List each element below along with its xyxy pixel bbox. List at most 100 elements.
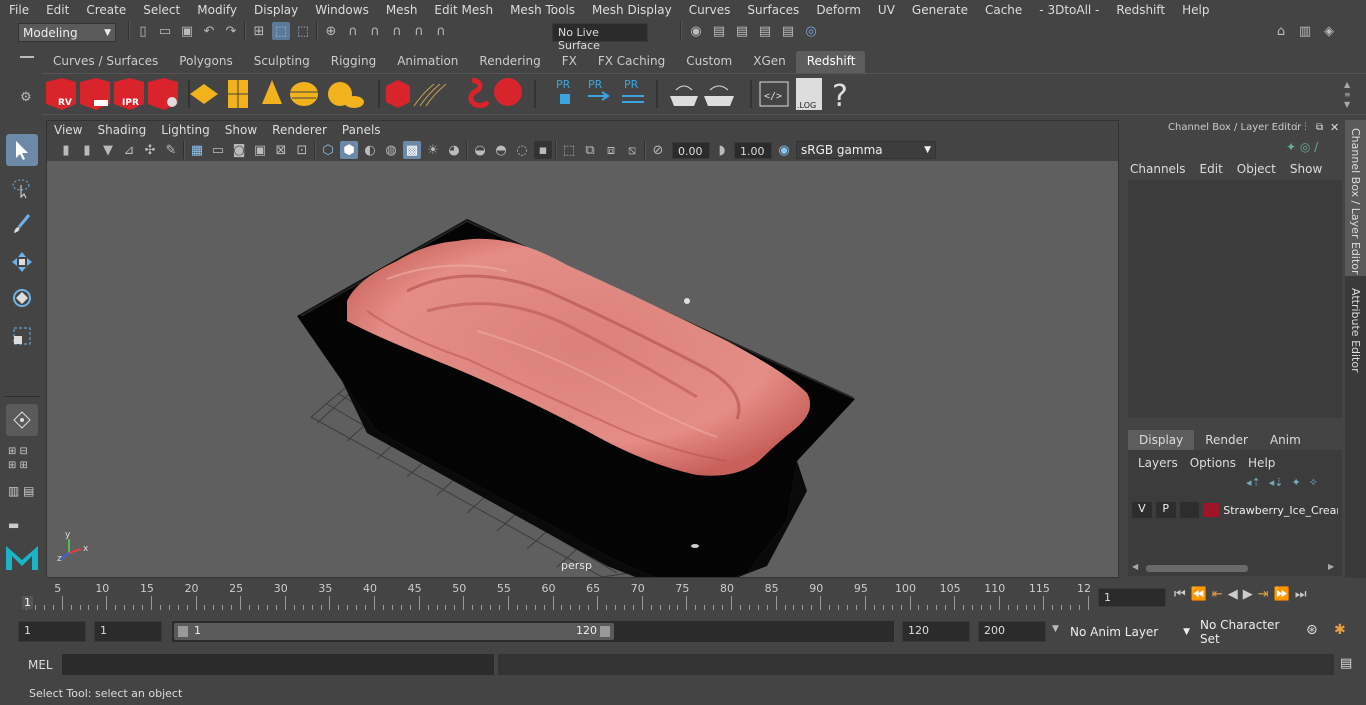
shadows-icon[interactable]: ◕ bbox=[445, 141, 463, 159]
script-editor-icon[interactable]: ▤ bbox=[1340, 656, 1352, 671]
redo-icon[interactable]: ↷ bbox=[222, 22, 240, 40]
playback-start-field[interactable]: 1 bbox=[94, 621, 162, 642]
xray-components-icon[interactable]: ⧅ bbox=[623, 141, 641, 159]
redshift-rv-icon[interactable]: RV bbox=[46, 78, 76, 110]
step-back-key-icon[interactable]: ⏪ bbox=[1191, 587, 1207, 602]
shelf-tab[interactable]: XGen bbox=[742, 51, 796, 73]
resolution-gate-icon[interactable]: ◙ bbox=[230, 141, 248, 159]
soft-select-icon[interactable] bbox=[6, 404, 38, 436]
viewport-menu-item[interactable]: Lighting bbox=[154, 123, 218, 137]
layer-name[interactable]: Strawberry_Ice_Cream_ bbox=[1223, 504, 1338, 517]
wireframe-icon[interactable]: ⬡ bbox=[319, 141, 337, 159]
sidebar-toggle-icon[interactable]: ▥ bbox=[1296, 22, 1314, 40]
select-object-icon[interactable]: ⬚ bbox=[272, 22, 290, 40]
select-component-icon[interactable]: ⬚ bbox=[294, 22, 312, 40]
play-backward-icon[interactable]: ◀ bbox=[1228, 587, 1238, 602]
workspace-icon[interactable]: ⌂ bbox=[1272, 22, 1290, 40]
rotate-tool-icon[interactable] bbox=[6, 282, 38, 314]
menu-item[interactable]: Mesh Tools bbox=[501, 3, 583, 17]
layer-color-swatch[interactable] bbox=[1203, 503, 1220, 517]
render-settings-icon[interactable]: ▤ bbox=[756, 22, 774, 40]
menu-item[interactable]: Display bbox=[245, 3, 306, 17]
go-to-start-icon[interactable]: ⏮ bbox=[1174, 587, 1186, 602]
channel-box-menu-item[interactable]: Object bbox=[1237, 162, 1276, 176]
layer-row[interactable]: V P Strawberry_Ice_Cream_ bbox=[1132, 500, 1338, 520]
layout-outliner-icon[interactable]: ▬ bbox=[8, 518, 19, 532]
time-slider[interactable]: 5 10 15 20 25 30 35 40 45 50 55 60 65 70 75 80 85 90 95 100… bbox=[18, 582, 1092, 610]
redshift-volume-icon[interactable] bbox=[468, 77, 490, 109]
layer-editor-menu-item[interactable]: Help bbox=[1248, 456, 1275, 470]
start-time-field[interactable]: 1 bbox=[18, 621, 86, 642]
lasso-tool-icon[interactable] bbox=[6, 172, 38, 204]
attribute-editor-side-tab[interactable]: Attribute Editor bbox=[1345, 280, 1366, 390]
field-chart-icon[interactable]: ⊠ bbox=[272, 141, 290, 159]
step-forward-key-icon[interactable]: ⏩ bbox=[1274, 587, 1290, 602]
exposure-icon[interactable]: ⊘ bbox=[649, 141, 667, 159]
menu-item[interactable]: Surfaces bbox=[738, 3, 807, 17]
channel-key-icons[interactable]: ✦ ◎ ∕ bbox=[1286, 140, 1318, 154]
help-icon[interactable]: ? bbox=[832, 79, 848, 114]
menu-item[interactable]: - 3DtoAll - bbox=[1030, 3, 1107, 17]
layer-scrollbar[interactable]: ◀ ▶ bbox=[1132, 562, 1338, 574]
channel-box-menu-item[interactable]: Channels bbox=[1130, 162, 1186, 176]
shelf-tab[interactable]: Curves / Surfaces bbox=[42, 51, 168, 73]
save-scene-icon[interactable]: ▣ bbox=[178, 22, 196, 40]
shelf-tab[interactable]: Redshift bbox=[795, 51, 866, 73]
shelf-tab[interactable]: Rigging bbox=[320, 51, 386, 73]
ambient-occlusion-icon[interactable]: ◒ bbox=[471, 141, 489, 159]
viewport-menu-item[interactable]: Renderer bbox=[265, 123, 335, 137]
redshift-light-icon[interactable] bbox=[190, 84, 218, 104]
end-time-field[interactable]: 200 bbox=[978, 621, 1046, 642]
viewport-menu-item[interactable]: Show bbox=[218, 123, 265, 137]
shelf-tab[interactable]: Polygons bbox=[168, 51, 242, 73]
color-space-dropdown[interactable]: sRGB gamma ▼ bbox=[796, 141, 936, 159]
shelf-menu-icon[interactable] bbox=[20, 56, 34, 58]
layer-editor-tab[interactable]: Display bbox=[1128, 430, 1195, 450]
menu-item[interactable]: UV bbox=[869, 3, 903, 17]
channel-box-menu-item[interactable]: Edit bbox=[1200, 162, 1223, 176]
pie-icon[interactable] bbox=[704, 85, 734, 106]
two-d-pan-icon[interactable]: ✣ bbox=[141, 141, 159, 159]
scroll-thumb[interactable] bbox=[1146, 565, 1248, 572]
hypershade-icon[interactable]: ▤ bbox=[779, 22, 797, 40]
move-layer-up-icon[interactable]: ◂⇡ bbox=[1246, 476, 1261, 489]
xray-icon[interactable]: ▩ bbox=[403, 141, 421, 159]
anim-layer-dropdown[interactable]: No Anim Layer ▼ bbox=[1066, 621, 1194, 642]
pr-export-icon[interactable]: PR bbox=[588, 78, 610, 101]
log-icon[interactable]: .LOG bbox=[796, 78, 822, 110]
channel-box-side-tab[interactable]: Channel Box / Layer Editor bbox=[1345, 120, 1366, 276]
xray-active-icon[interactable]: ⧈ bbox=[602, 141, 620, 159]
layer-display-type[interactable] bbox=[1179, 502, 1200, 518]
select-tool-icon[interactable] bbox=[6, 134, 38, 166]
open-scene-icon[interactable]: ▭ bbox=[156, 22, 174, 40]
color-management-icon[interactable]: ◉ bbox=[775, 141, 793, 159]
range-end-grip[interactable] bbox=[600, 626, 610, 637]
redshift-spot-icon[interactable] bbox=[262, 80, 282, 104]
snap-point-icon[interactable]: ∩ bbox=[366, 22, 384, 40]
scroll-right-icon[interactable]: ▶ bbox=[1328, 562, 1334, 571]
gate-mask-icon[interactable]: ▣ bbox=[251, 141, 269, 159]
menu-item[interactable]: Help bbox=[1173, 3, 1217, 17]
viewport-menu-item[interactable]: Shading bbox=[90, 123, 154, 137]
menu-item[interactable]: Edit Mesh bbox=[425, 3, 501, 17]
menu-item[interactable]: Edit bbox=[37, 3, 77, 17]
redshift-sphere-icon[interactable] bbox=[494, 78, 522, 106]
layer-visibility-toggle[interactable]: V bbox=[1132, 502, 1152, 518]
redshift-ies-icon[interactable] bbox=[290, 82, 318, 106]
snap-view-icon[interactable]: ∩ bbox=[388, 22, 406, 40]
grid-icon[interactable]: ▦ bbox=[188, 141, 206, 159]
camera-attributes-icon[interactable]: ▮ bbox=[78, 141, 96, 159]
paint-select-icon[interactable] bbox=[6, 208, 38, 240]
menu-item[interactable]: Redshift bbox=[1107, 3, 1173, 17]
menu-item[interactable]: Select bbox=[134, 3, 188, 17]
shelf-tab[interactable]: FX bbox=[551, 51, 587, 73]
scale-tool-icon[interactable] bbox=[6, 320, 38, 352]
viewport-menu-item[interactable]: Panels bbox=[335, 123, 389, 137]
channel-box-menu-item[interactable]: Show bbox=[1290, 162, 1322, 176]
panel-grip-icon[interactable]: ⋮⋮ bbox=[1292, 122, 1310, 132]
redshift-ipr-icon[interactable]: IPR bbox=[114, 78, 144, 110]
script-language-label[interactable]: MEL bbox=[28, 658, 53, 672]
menu-item[interactable]: Create bbox=[77, 3, 134, 17]
current-frame-field[interactable]: 1 bbox=[1098, 588, 1166, 607]
animation-preferences-icon[interactable]: ✱ bbox=[1334, 622, 1346, 638]
